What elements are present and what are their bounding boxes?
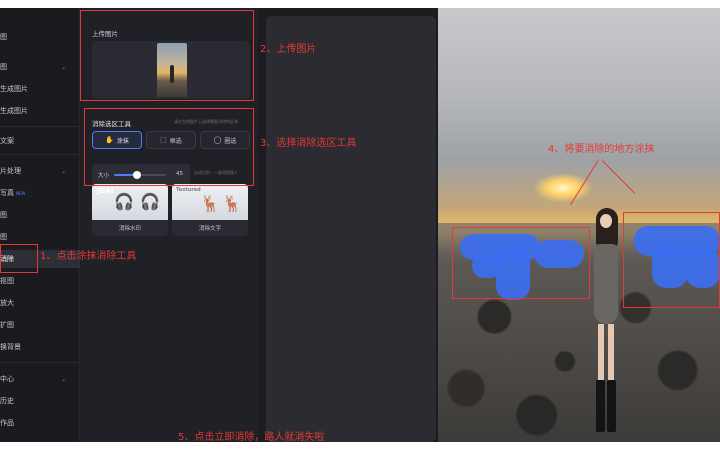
sidebar-item-label: 图 xyxy=(0,33,7,41)
sidebar-item-label: 扩图 xyxy=(0,321,14,329)
sidebar-item-label: 换背景 xyxy=(0,343,21,351)
divider xyxy=(0,126,80,127)
sidebar-item-1[interactable]: 图 ⌄ xyxy=(0,58,80,76)
person-dress xyxy=(594,244,618,324)
annotation-box-upload xyxy=(80,10,254,101)
person-boot xyxy=(607,380,616,432)
sidebar-item-16[interactable]: 作品 xyxy=(0,414,80,432)
sidebar-item-12[interactable]: 扩图 xyxy=(0,316,80,334)
headphone-icon: 🎧 xyxy=(114,192,134,211)
card-label: 消除文字 xyxy=(198,226,221,232)
sidebar-item-14[interactable]: 中心 ⌄ xyxy=(0,370,80,388)
chevron-down-icon: ⌄ xyxy=(60,167,66,175)
sidebar-item-2[interactable]: 生成图片 xyxy=(0,80,80,98)
sidebar-item-label: 作品 xyxy=(0,419,14,427)
sidebar-item-6[interactable]: 写真 NEW xyxy=(0,184,80,202)
sidebar-item-3[interactable]: 生成图片 xyxy=(0,102,80,120)
remove-text-card[interactable]: Textured 🦌 🦌 消除文字 xyxy=(172,184,248,236)
sidebar-item-4[interactable]: 文案 xyxy=(0,132,80,150)
sidebar-item-label: 写真 xyxy=(0,189,14,197)
sidebar-item-15[interactable]: 历史 xyxy=(0,392,80,410)
annotation-step-1: 1、点击涂抹消除工具 xyxy=(40,251,137,262)
sidebar-item-label: 图 xyxy=(0,233,7,241)
annotation-step-3: 3、选择消除选区工具 xyxy=(260,138,357,149)
person-leg xyxy=(598,324,604,384)
sidebar-item-label: 生成图片 xyxy=(0,85,28,93)
watermark-text: JDAI xyxy=(97,187,114,195)
annotation-box-sidebar xyxy=(0,244,38,273)
sidebar: 图 图 ⌄ 生成图片 生成图片 文案 片处理 ⌄ 写真 NEW 图 图 消除 抠图 放… xyxy=(0,8,80,442)
deer-icon: 🦌 xyxy=(222,194,242,213)
sidebar-item-13[interactable]: 换背景 xyxy=(0,338,80,356)
person-boot xyxy=(596,380,605,432)
chevron-down-icon: ⌄ xyxy=(60,375,66,383)
remove-watermark-card[interactable]: JDAI 🎧 🎧 消除水印 xyxy=(92,184,168,236)
sidebar-item-label: 中心 xyxy=(0,375,14,383)
card-image: Textured 🦌 🦌 xyxy=(172,184,248,220)
sidebar-item-10[interactable]: 抠图 xyxy=(0,272,80,290)
sidebar-item-label: 生成图片 xyxy=(0,107,28,115)
card-label: 消除水印 xyxy=(118,226,141,232)
sidebar-item-label: 放大 xyxy=(0,299,14,307)
original-preview-panel xyxy=(266,16,436,442)
annotation-box-right-passerby xyxy=(623,212,720,308)
divider xyxy=(0,362,80,363)
card-image: JDAI 🎧 🎧 xyxy=(92,184,168,220)
deer-icon: 🦌 xyxy=(200,194,220,213)
sun xyxy=(533,173,593,203)
annotation-box-tools xyxy=(84,108,254,186)
sidebar-item-7[interactable]: 图 xyxy=(0,206,80,224)
sidebar-item-label: 文案 xyxy=(0,137,14,145)
person-face xyxy=(600,214,612,228)
chevron-down-icon: ⌄ xyxy=(60,63,66,71)
annotation-step-4: 4、将要消除的地方涂抹 xyxy=(548,144,655,155)
sidebar-item-label: 图 xyxy=(0,211,7,219)
sidebar-item-label: 图 xyxy=(0,63,7,71)
person-leg xyxy=(608,324,614,384)
annotation-step-5: 5、点击立即消除，路人就消失啦 xyxy=(178,432,325,443)
sidebar-item-label: 抠图 xyxy=(0,277,14,285)
annotation-step-2: 2、上传图片 xyxy=(260,44,317,55)
headphone-icon: 🎧 xyxy=(140,192,160,211)
sidebar-item-label: 片处理 xyxy=(0,167,21,175)
divider xyxy=(0,154,80,155)
person-figure xyxy=(588,208,626,438)
sidebar-item-5[interactable]: 片处理 ⌄ xyxy=(0,162,80,180)
annotation-box-left-passerby xyxy=(452,227,590,299)
new-badge: NEW xyxy=(16,190,26,196)
sidebar-item-11[interactable]: 放大 xyxy=(0,294,80,312)
sidebar-item-0[interactable]: 图 xyxy=(0,28,80,46)
sample-text: Textured xyxy=(176,187,201,193)
sidebar-item-label: 历史 xyxy=(0,397,14,405)
